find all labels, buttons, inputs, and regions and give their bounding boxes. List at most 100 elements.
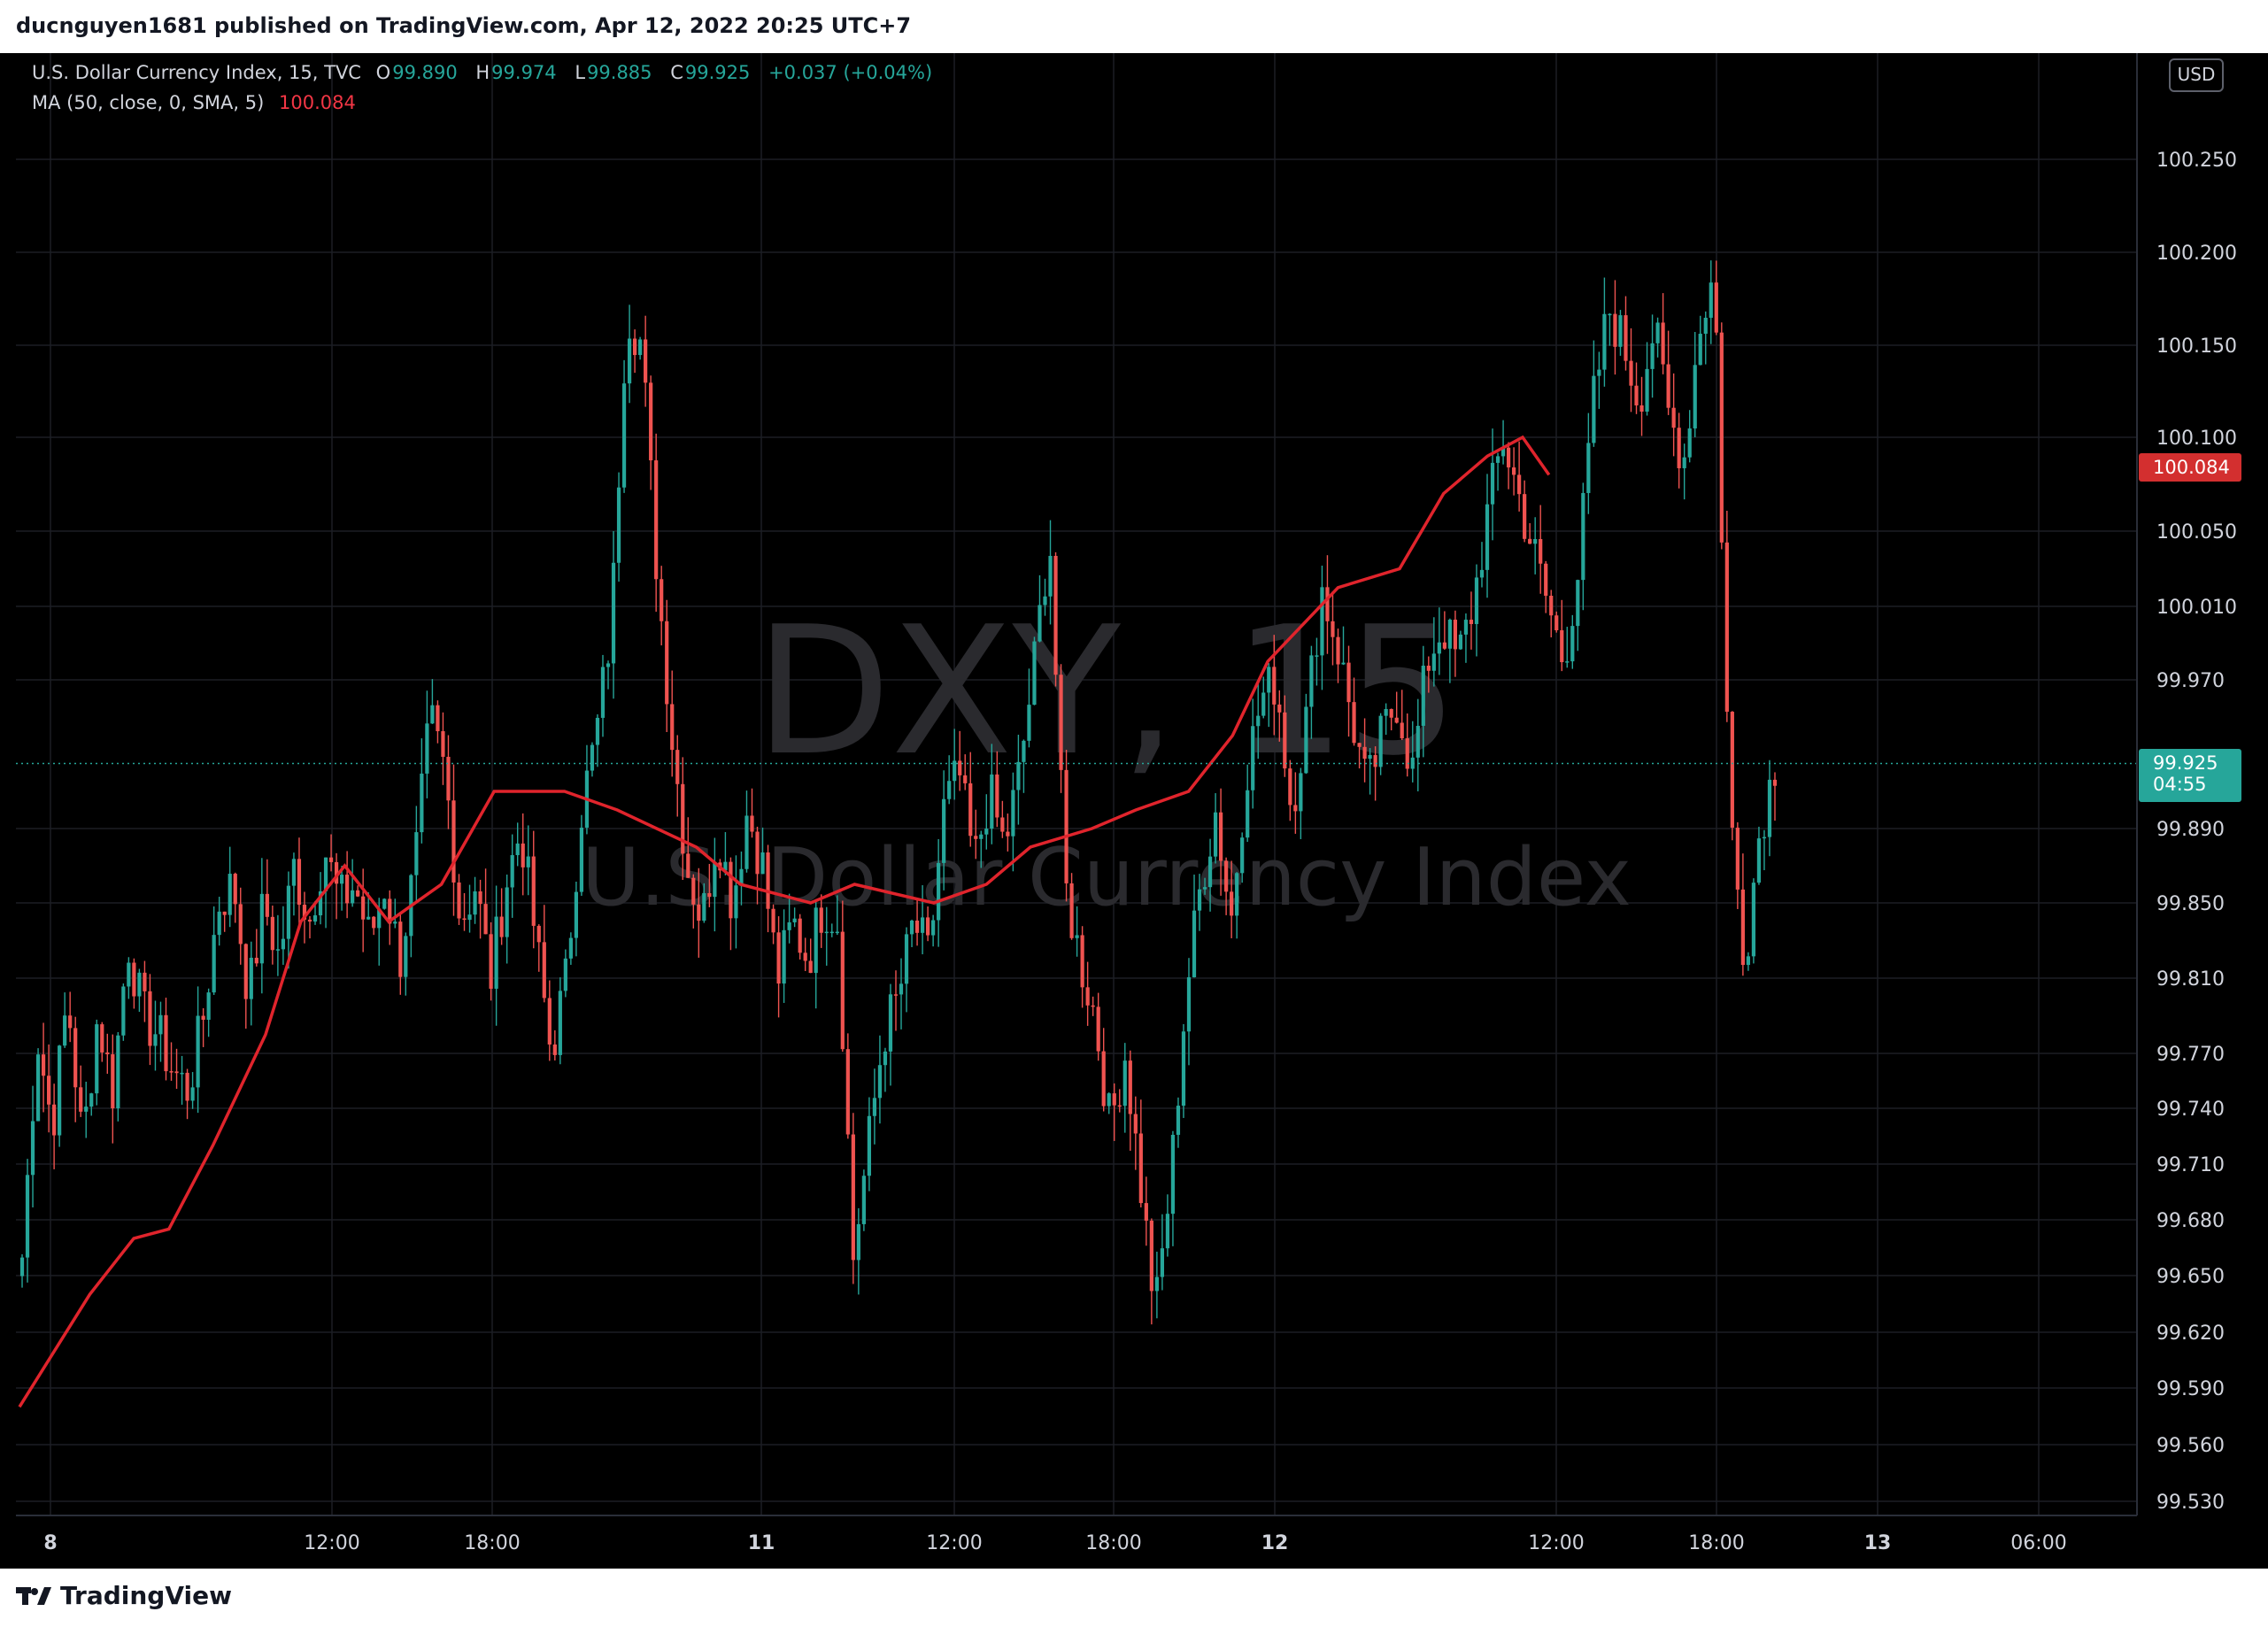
candle-body bbox=[1170, 1135, 1176, 1214]
candle-body bbox=[702, 892, 706, 921]
candle-body bbox=[1453, 620, 1458, 650]
candle-body bbox=[893, 994, 899, 996]
candle-body bbox=[398, 921, 403, 977]
candle-body bbox=[451, 800, 456, 883]
candle-body bbox=[265, 893, 269, 917]
candle-body bbox=[835, 931, 839, 934]
candle-body bbox=[505, 887, 509, 937]
candle-body bbox=[1724, 542, 1729, 713]
candle-body bbox=[483, 904, 488, 935]
candle-body bbox=[1447, 620, 1452, 649]
candle-body bbox=[1495, 456, 1500, 463]
currency-badge[interactable]: USD bbox=[2169, 58, 2224, 92]
candle-body bbox=[760, 852, 765, 875]
candle-body bbox=[30, 1121, 35, 1176]
time-tick-label: 8 bbox=[43, 1532, 57, 1554]
candle-body bbox=[478, 891, 482, 905]
time-tick-label: 12:00 bbox=[1528, 1532, 1584, 1554]
price-tick-label: 99.560 bbox=[2156, 1435, 2225, 1457]
price-tick-label: 100.150 bbox=[2156, 335, 2237, 358]
candle-body bbox=[1629, 360, 1633, 386]
candle-body bbox=[1048, 555, 1053, 597]
candle-body bbox=[1746, 956, 1751, 966]
symbol-legend[interactable]: U.S. Dollar Currency Index, 15, TVC O99.… bbox=[32, 62, 945, 83]
candle-body bbox=[1218, 812, 1223, 861]
candle-body bbox=[457, 882, 461, 919]
ma-legend-value: 100.084 bbox=[278, 92, 356, 113]
candle-body bbox=[744, 815, 749, 869]
candle-body bbox=[1325, 587, 1330, 621]
candle-body bbox=[25, 1175, 30, 1258]
ma-legend[interactable]: MA (50, close, 0, SMA, 5) 100.084 bbox=[32, 92, 356, 113]
candle-body bbox=[164, 1014, 168, 1072]
candle-body bbox=[297, 859, 302, 906]
candle-body bbox=[1570, 626, 1575, 662]
candle-body bbox=[1719, 332, 1724, 543]
candle-body bbox=[1176, 1106, 1181, 1136]
candle-body bbox=[697, 904, 701, 921]
candle-body bbox=[1267, 667, 1271, 693]
candle-body bbox=[909, 920, 914, 935]
tradingview-logo-icon bbox=[16, 1586, 51, 1605]
candle-body bbox=[270, 916, 274, 951]
candle-body bbox=[243, 944, 248, 999]
candle-body bbox=[621, 383, 627, 488]
candle-body bbox=[286, 885, 291, 939]
candle-body bbox=[1230, 891, 1234, 916]
candle-body bbox=[925, 917, 930, 936]
candle-body bbox=[590, 744, 595, 771]
candle-body bbox=[1682, 457, 1686, 468]
candle-body bbox=[1256, 715, 1261, 727]
candle-body bbox=[1016, 761, 1021, 790]
candle-body bbox=[611, 562, 616, 664]
candle-body bbox=[58, 1045, 62, 1136]
candle-body bbox=[1096, 1006, 1100, 1052]
candle-body bbox=[1421, 665, 1425, 726]
candle-body bbox=[787, 921, 791, 930]
candle-body bbox=[307, 919, 312, 922]
candle-body bbox=[536, 925, 541, 943]
candle-body bbox=[127, 962, 131, 987]
candle-body bbox=[829, 931, 834, 934]
candle-body bbox=[547, 998, 552, 1045]
candle-body bbox=[212, 935, 216, 993]
candle-body bbox=[158, 1014, 163, 1035]
candle-body bbox=[1576, 580, 1580, 627]
candle-body bbox=[312, 915, 318, 922]
candle-body bbox=[1608, 313, 1612, 316]
candle-body bbox=[339, 875, 344, 884]
candle-body bbox=[649, 382, 653, 461]
candle-body bbox=[1011, 790, 1015, 837]
candle-body bbox=[1368, 754, 1372, 760]
candle-body bbox=[606, 663, 611, 667]
candle-body bbox=[568, 937, 573, 959]
candle-body bbox=[95, 1024, 99, 1094]
price-chart[interactable]: DXY, 15 U.S. Dollar Currency Index 100.2… bbox=[0, 0, 2268, 1627]
candle-body bbox=[632, 338, 637, 356]
candle-body bbox=[1703, 317, 1708, 335]
candle-body bbox=[1091, 1005, 1095, 1007]
candle-body bbox=[420, 773, 424, 833]
candle-body bbox=[579, 827, 584, 892]
candle-body bbox=[393, 921, 397, 924]
candle-body bbox=[89, 1093, 94, 1107]
candle-body bbox=[1581, 492, 1585, 581]
candle-body bbox=[713, 862, 717, 898]
candle-body bbox=[526, 856, 530, 867]
candle-body bbox=[1517, 474, 1522, 495]
candle-body bbox=[1389, 708, 1393, 718]
candle-body bbox=[681, 783, 685, 854]
candle-body bbox=[1272, 667, 1277, 705]
candle-body bbox=[1511, 467, 1516, 475]
candle-body bbox=[734, 885, 738, 919]
candle-body bbox=[35, 1054, 41, 1122]
tradingview-logo[interactable]: TradingView bbox=[16, 1581, 232, 1610]
candle-body bbox=[1341, 662, 1346, 665]
candle-body bbox=[1624, 315, 1628, 361]
candle-body bbox=[1735, 827, 1740, 890]
ma-price-tag: 100.084 bbox=[2139, 453, 2241, 482]
candle-body bbox=[19, 1257, 25, 1276]
candle-body bbox=[1246, 790, 1250, 838]
candle-body bbox=[1022, 740, 1026, 762]
candle-body bbox=[963, 775, 968, 783]
